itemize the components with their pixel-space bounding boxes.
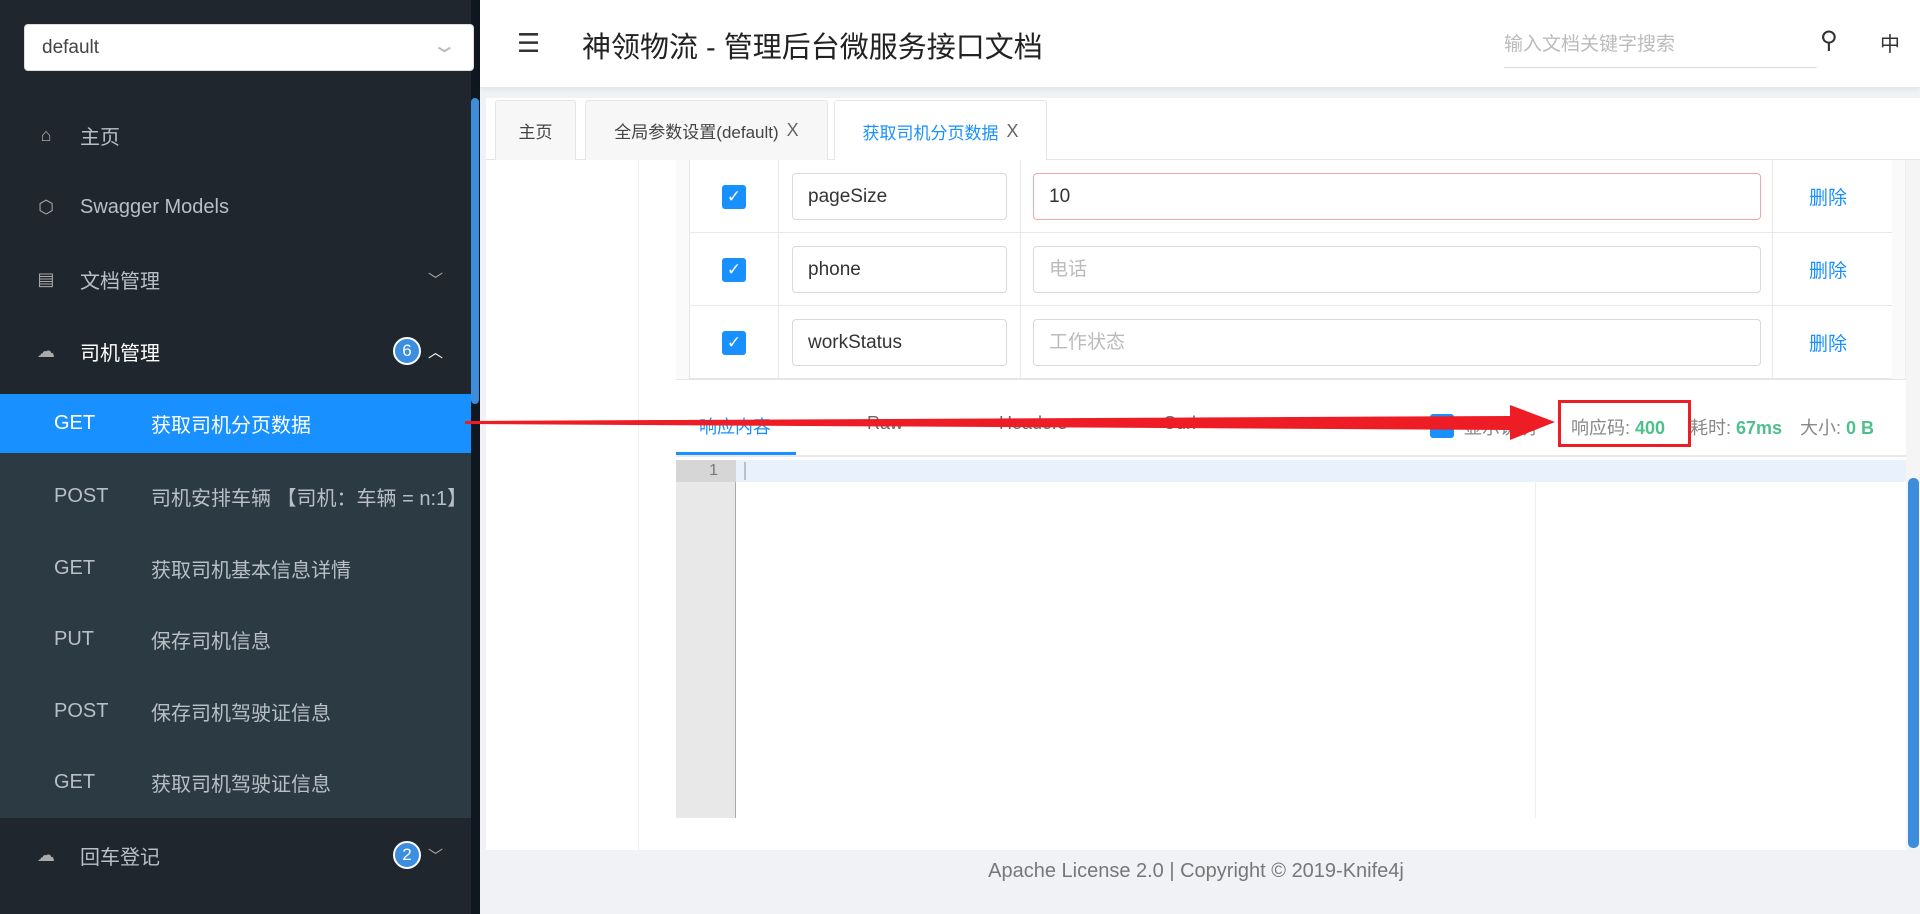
sidebar-item-label: 回车登记	[80, 846, 160, 869]
divider	[638, 160, 639, 850]
http-method: PUT	[54, 627, 94, 650]
cube-icon: ⬡	[38, 196, 54, 217]
sidebar-item-swagger-models[interactable]: ⬡ Swagger Models	[0, 171, 471, 243]
tab-home[interactable]: 主页	[495, 100, 576, 160]
page-title: 神领物流 - 管理后台微服务接口文档	[582, 32, 1043, 64]
chevron-up-icon: ︿	[428, 343, 444, 361]
delete-link[interactable]: 删除	[1809, 329, 1847, 356]
endpoint-item[interactable]: POST 保存司机驾驶证信息	[0, 675, 471, 747]
delete-link[interactable]: 删除	[1809, 183, 1847, 210]
footer-license: Apache License 2.0 | Copyright © 2019-Kn…	[988, 860, 1404, 882]
tab-global-params[interactable]: 全局参数设置(default) X	[585, 100, 828, 160]
editor-cursor	[744, 462, 746, 480]
home-icon: ⌂	[40, 124, 52, 145]
param-checkbox[interactable]: ✓	[722, 184, 746, 209]
chevron-down-icon: ⌄	[431, 35, 459, 57]
endpoint-label: 保存司机信息	[151, 630, 271, 653]
response-size: 大小: 0 B	[1800, 414, 1874, 440]
language-toggle[interactable]: 中	[1880, 28, 1900, 57]
tab-curl[interactable]: Curl	[1163, 413, 1196, 434]
chevron-down-icon: ﹀	[428, 847, 444, 865]
param-name-input[interactable]	[792, 319, 1007, 366]
annotation-highlight-box	[1558, 400, 1691, 447]
http-method: POST	[54, 484, 109, 507]
table-row: ✓ 删除	[689, 306, 1892, 379]
count-badge: 2	[393, 841, 421, 869]
sidebar-item-doc-manage[interactable]: ▤ 文档管理 ﹀	[0, 243, 471, 315]
count-badge: 6	[393, 337, 421, 365]
tab-label: 全局参数设置(default)	[614, 123, 779, 142]
response-time-label: 耗时:	[1690, 418, 1732, 438]
chevron-down-icon: ﹀	[428, 271, 444, 289]
cloud-api-icon: ☁	[37, 340, 55, 361]
show-description-label: 显示说明	[1464, 418, 1536, 438]
response-time: 耗时: 67ms	[1690, 414, 1782, 440]
close-icon[interactable]: X	[1006, 121, 1018, 142]
active-tab-indicator	[676, 452, 796, 455]
endpoint-label: 获取司机基本信息详情	[151, 559, 351, 582]
endpoint-item[interactable]: GET 获取司机驾驶证信息	[0, 746, 471, 818]
menu-collapse-icon[interactable]: ☰	[517, 28, 540, 59]
param-checkbox[interactable]: ✓	[722, 257, 746, 282]
param-checkbox[interactable]: ✓	[722, 330, 746, 355]
response-time-value: 67ms	[1736, 418, 1783, 438]
param-value-input[interactable]	[1033, 173, 1761, 220]
tab-label: 获取司机分页数据	[862, 123, 999, 143]
tab-response-content[interactable]: 响应内容	[699, 413, 771, 439]
search-input[interactable]	[1504, 22, 1817, 68]
delete-link[interactable]: 删除	[1809, 256, 1847, 283]
tab-raw[interactable]: Raw	[867, 413, 903, 434]
endpoint-label: 获取司机分页数据	[151, 415, 311, 437]
endpoint-item[interactable]: POST 司机安排车辆 【司机：车辆 = n:1】	[0, 460, 471, 532]
endpoint-label: 保存司机驾驶证信息	[151, 702, 331, 725]
param-name-input[interactable]	[792, 173, 1007, 220]
sidebar-item-label: 主页	[80, 126, 120, 149]
show-description-checkbox[interactable]: ✓	[1430, 414, 1454, 438]
document-settings-icon: ▤	[37, 268, 55, 289]
table-row: ✓ 删除	[689, 160, 1892, 233]
sidebar-item-return-register[interactable]: ☁ 回车登记 2 ﹀	[0, 819, 471, 891]
sidebar-scrollbar-thumb[interactable]	[471, 98, 479, 404]
close-icon[interactable]: X	[787, 120, 799, 141]
editor-print-margin	[1535, 482, 1536, 818]
response-size-label: 大小:	[1800, 418, 1842, 438]
sidebar-item-label: 司机管理	[80, 342, 160, 365]
endpoint-item[interactable]: GET 获取司机分页数据	[0, 394, 471, 453]
editor-active-line	[736, 460, 1906, 482]
editor-gutter	[676, 460, 736, 818]
group-select[interactable]: default ⌄	[24, 24, 474, 71]
header: ☰ 神领物流 - 管理后台微服务接口文档 ⚲ 中	[480, 0, 1920, 88]
search-icon[interactable]: ⚲	[1820, 26, 1838, 55]
sidebar-item-home[interactable]: ⌂ 主页	[0, 99, 471, 171]
response-size-value: 0 B	[1846, 418, 1875, 438]
param-name-input[interactable]	[792, 246, 1007, 293]
param-value-input[interactable]	[1033, 246, 1761, 293]
cloud-api-icon: ☁	[37, 844, 55, 865]
endpoint-label: 获取司机驾驶证信息	[151, 773, 331, 796]
sidebar-item-label: 文档管理	[80, 270, 160, 293]
tab-headers[interactable]: Headers	[999, 413, 1067, 434]
endpoint-label: 司机安排车辆 【司机：车辆 = n:1】	[151, 487, 468, 510]
response-tab-divider	[676, 455, 1906, 457]
content-scrollbar-thumb[interactable]	[1908, 478, 1919, 848]
group-select-value: default	[42, 37, 100, 58]
param-value-input[interactable]	[1033, 319, 1761, 366]
sidebar-item-driver-manage[interactable]: ☁ 司机管理 6 ︿	[0, 315, 471, 387]
sidebar-item-label: Swagger Models	[80, 195, 229, 218]
http-method: GET	[54, 412, 96, 434]
tab-label: 主页	[518, 123, 553, 142]
http-method: POST	[54, 699, 109, 722]
response-editor[interactable]	[676, 460, 1906, 818]
http-method: GET	[54, 770, 96, 793]
endpoint-item[interactable]: PUT 保存司机信息	[0, 603, 471, 675]
http-method: GET	[54, 556, 96, 579]
line-number: 1	[676, 460, 736, 482]
tab-driver-page[interactable]: 获取司机分页数据 X	[834, 100, 1047, 161]
table-row: ✓ 删除	[689, 233, 1892, 306]
endpoint-item[interactable]: GET 获取司机基本信息详情	[0, 532, 471, 604]
